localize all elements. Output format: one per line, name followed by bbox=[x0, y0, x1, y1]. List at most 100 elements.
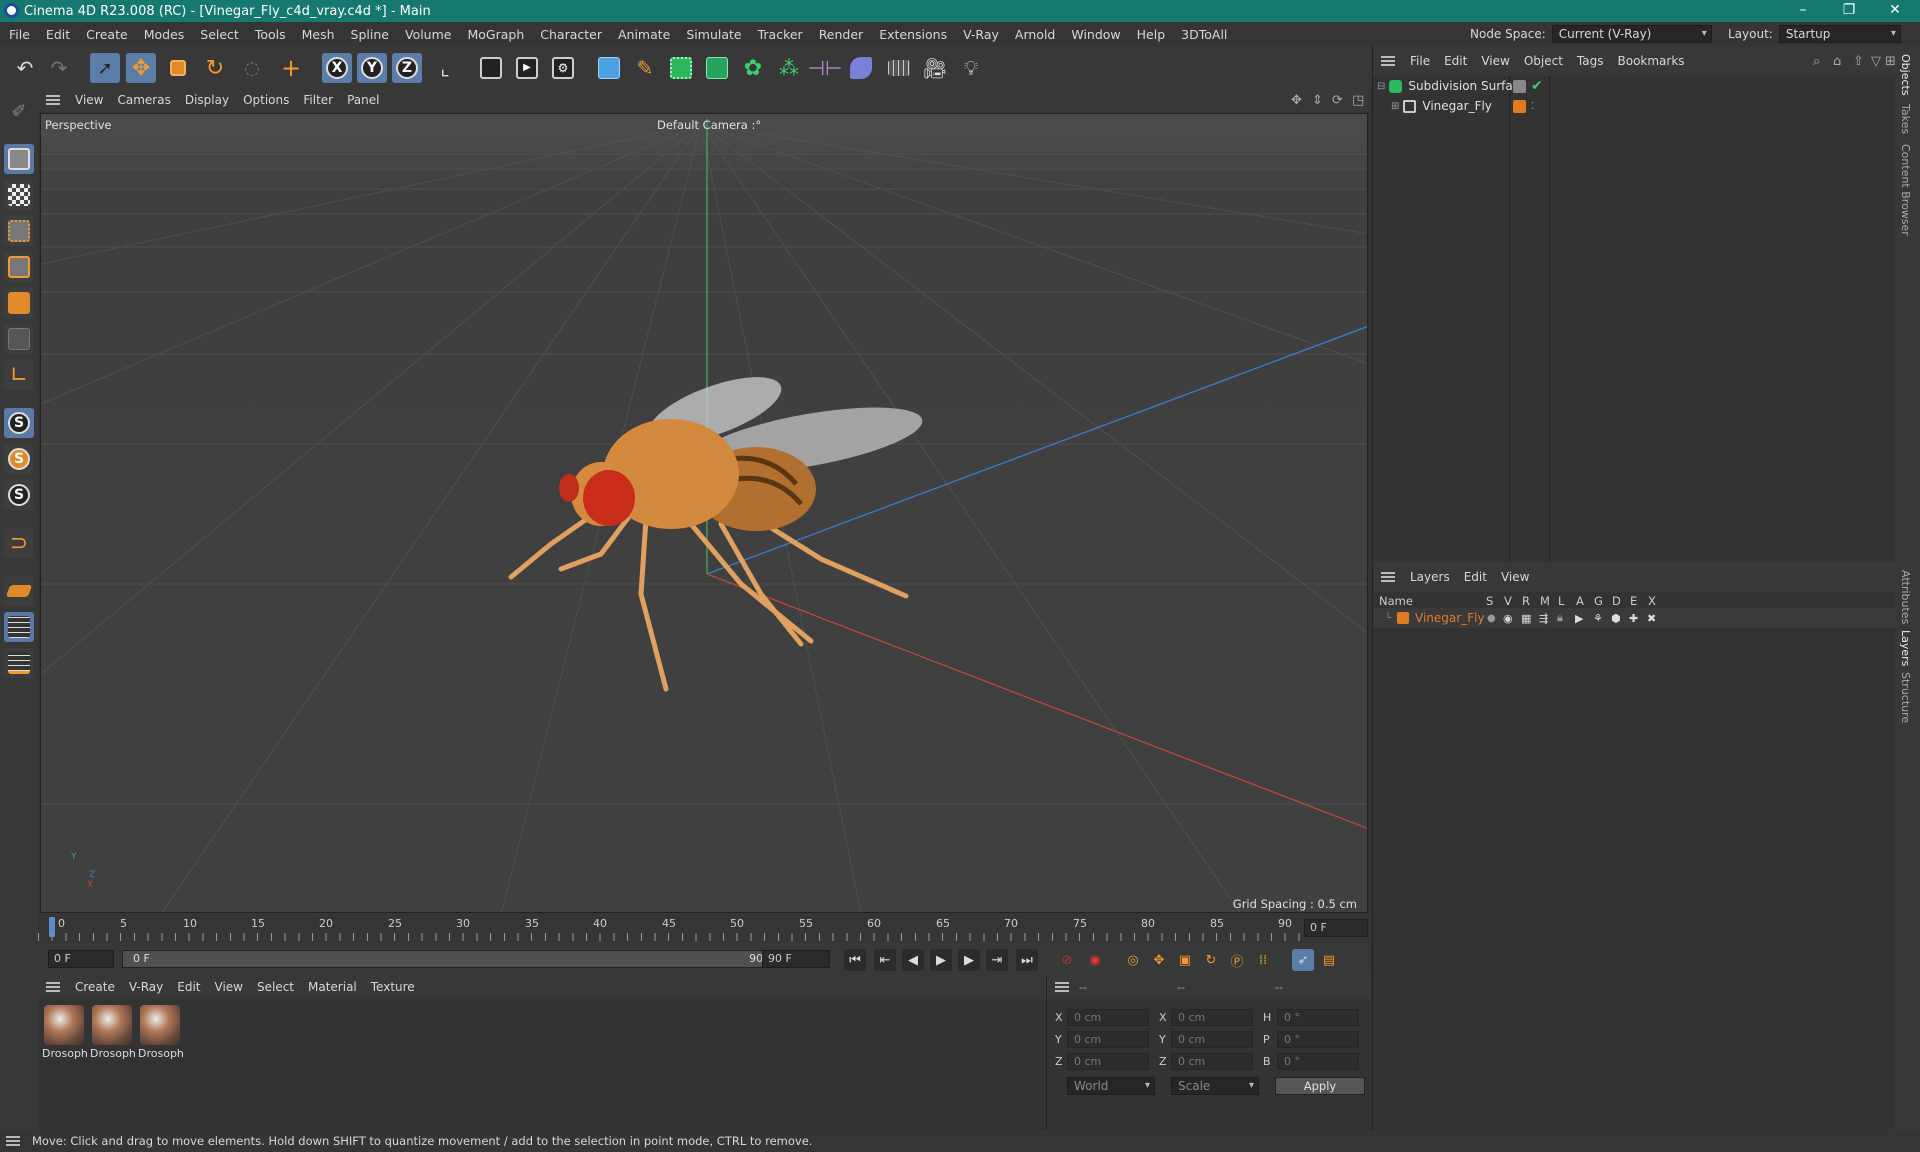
end-frame-field[interactable]: 90 F bbox=[762, 950, 830, 968]
up-icon[interactable]: ⇧ bbox=[1853, 54, 1864, 69]
coord-space-select[interactable]: World bbox=[1067, 1077, 1155, 1095]
cloner-icon[interactable]: ✿ bbox=[738, 53, 768, 83]
model-mode-icon[interactable] bbox=[4, 144, 34, 174]
prev-key-icon[interactable]: ⇤ bbox=[874, 949, 896, 971]
object-menu-object[interactable]: Object bbox=[1517, 54, 1570, 68]
pen-icon[interactable]: ✎ bbox=[630, 53, 660, 83]
z-axis-icon[interactable]: Z bbox=[392, 53, 422, 83]
viewport-menu-display[interactable]: Display bbox=[178, 93, 236, 107]
undo-icon[interactable]: ↶ bbox=[10, 53, 40, 83]
locked-workplane-icon[interactable] bbox=[4, 648, 34, 678]
object-menu-file[interactable]: File bbox=[1403, 54, 1437, 68]
menu-mesh[interactable]: Mesh bbox=[294, 27, 343, 42]
layer-name[interactable]: Vinegar_Fly bbox=[1415, 611, 1485, 625]
deformer-icon[interactable] bbox=[846, 53, 876, 83]
object-menu-tags[interactable]: Tags bbox=[1570, 54, 1611, 68]
layer-col-d[interactable]: D bbox=[1612, 594, 1621, 608]
animation-icon[interactable]: ▶ bbox=[1575, 612, 1583, 625]
keyframe-selection-icon[interactable]: ◎ bbox=[1122, 949, 1144, 971]
record-icon[interactable]: ⊘ bbox=[1056, 949, 1078, 971]
layer-col-m[interactable]: M bbox=[1540, 594, 1550, 608]
position-x-field[interactable]: 0 cm bbox=[1067, 1009, 1149, 1026]
status-menu-icon[interactable] bbox=[6, 1136, 20, 1146]
layer-tag-icon[interactable] bbox=[1513, 79, 1526, 93]
manager-icon[interactable]: ⇶ bbox=[1539, 612, 1548, 625]
current-frame-field[interactable]: 0 F bbox=[1304, 919, 1368, 937]
menu-edit[interactable]: Edit bbox=[38, 27, 78, 42]
coord-menu-icon[interactable] bbox=[1055, 982, 1069, 992]
material-menu-edit[interactable]: Edit bbox=[170, 980, 207, 994]
viewport-menu-options[interactable]: Options bbox=[236, 93, 296, 107]
material-menu-view[interactable]: View bbox=[208, 980, 250, 994]
menu-window[interactable]: Window bbox=[1063, 27, 1128, 42]
position-z-field[interactable]: 0 cm bbox=[1067, 1053, 1149, 1070]
material-swatch[interactable]: Drosoph bbox=[42, 1005, 88, 1060]
expand-icon[interactable]: ⊟ bbox=[1377, 81, 1385, 92]
tab-objects[interactable]: Objects bbox=[1899, 54, 1912, 96]
menu-volume[interactable]: Volume bbox=[397, 27, 460, 42]
viewport-dolly-icon[interactable]: ⇕ bbox=[1312, 93, 1323, 108]
subdivision-icon[interactable] bbox=[666, 53, 696, 83]
3d-viewport[interactable]: Perspective Default Camera :° Grid Spaci… bbox=[40, 113, 1368, 913]
auto-key-icon[interactable]: ◉ bbox=[1084, 949, 1106, 971]
key-position-icon[interactable]: ✥ bbox=[1148, 949, 1170, 971]
y-axis-icon[interactable]: Y bbox=[357, 53, 387, 83]
layer-row[interactable]: └ Vinegar_Fly ● ◉ ▦ ⇶ 🔒︎ ▶ ⚘ ⬢ ✚ ✖ bbox=[1373, 608, 1896, 628]
camera-icon[interactable]: 🎥︎ bbox=[920, 53, 950, 83]
material-swatch[interactable]: Drosoph bbox=[90, 1005, 136, 1060]
search-icon[interactable]: ⌕ bbox=[1813, 54, 1820, 69]
coord-mode-select[interactable]: Scale bbox=[1171, 1077, 1259, 1095]
prev-frame-icon[interactable]: ◀ bbox=[902, 949, 924, 971]
menu-simulate[interactable]: Simulate bbox=[678, 27, 749, 42]
material-menu-vray[interactable]: V-Ray bbox=[122, 980, 170, 994]
points-mode-icon[interactable] bbox=[4, 216, 34, 246]
layer-col-v[interactable]: V bbox=[1504, 594, 1512, 608]
view-eye-icon[interactable]: ◉ bbox=[1503, 612, 1513, 625]
cube-icon[interactable] bbox=[594, 53, 624, 83]
rotate-icon[interactable]: ↻ bbox=[200, 53, 230, 83]
layer-col-r[interactable]: R bbox=[1522, 594, 1530, 608]
layer-menu-edit[interactable]: Edit bbox=[1457, 570, 1494, 584]
menu-select[interactable]: Select bbox=[192, 27, 247, 42]
size-x-field[interactable]: 0 cm bbox=[1171, 1009, 1253, 1026]
viewport-menu-cameras[interactable]: Cameras bbox=[110, 93, 177, 107]
layer-col-g[interactable]: G bbox=[1594, 594, 1603, 608]
symmetry-icon[interactable]: ⊣⊢ bbox=[808, 53, 843, 83]
redo-icon[interactable]: ↷ bbox=[44, 53, 74, 83]
viewport-menu-view[interactable]: View bbox=[68, 93, 110, 107]
grid-icon[interactable] bbox=[4, 612, 34, 642]
layer-color-icon[interactable] bbox=[1513, 99, 1526, 113]
lock-icon[interactable]: 🔒︎ bbox=[1557, 611, 1563, 625]
menu-animate[interactable]: Animate bbox=[610, 27, 678, 42]
menu-mograph[interactable]: MoGraph bbox=[459, 27, 532, 42]
workplane-icon[interactable] bbox=[4, 576, 34, 606]
viewport-move-icon[interactable]: ✥ bbox=[1291, 93, 1302, 108]
timeline-window-icon[interactable]: ▤ bbox=[1318, 949, 1340, 971]
axis-mode-icon[interactable]: ∟ bbox=[4, 360, 34, 390]
mograph-icon[interactable]: ⁂ bbox=[774, 53, 804, 83]
menu-create[interactable]: Create bbox=[78, 27, 136, 42]
object-name[interactable]: Subdivision Surface bbox=[1408, 79, 1526, 93]
key-pla-icon[interactable]: ⁞⁞ bbox=[1252, 949, 1274, 971]
object-name[interactable]: Vinegar_Fly bbox=[1422, 99, 1492, 113]
add-icon[interactable]: + bbox=[276, 53, 306, 83]
tab-layers[interactable]: Layers bbox=[1899, 630, 1912, 666]
menu-tracker[interactable]: Tracker bbox=[750, 27, 811, 42]
menu-modes[interactable]: Modes bbox=[136, 27, 193, 42]
object-menu-bookmarks[interactable]: Bookmarks bbox=[1611, 54, 1692, 68]
minimize-button[interactable]: – bbox=[1780, 0, 1826, 22]
render-view-icon[interactable]: ▶ bbox=[512, 53, 542, 83]
filter-icon[interactable]: ▽ bbox=[1871, 54, 1881, 69]
object-menu-edit[interactable]: Edit bbox=[1437, 54, 1474, 68]
menu-file[interactable]: File bbox=[1, 27, 38, 42]
layer-col-a[interactable]: A bbox=[1576, 594, 1584, 608]
xref-icon[interactable]: ✖ bbox=[1647, 612, 1656, 625]
timeline-ruler[interactable]: 0 5 10 15 20 25 30 35 40 45 50 55 60 65 … bbox=[38, 913, 1370, 943]
restore-button[interactable]: ❐ bbox=[1826, 0, 1872, 22]
layer-menu-view[interactable]: View bbox=[1494, 570, 1536, 584]
next-key-icon[interactable]: ⇥ bbox=[986, 949, 1008, 971]
layer-color-swatch[interactable] bbox=[1397, 612, 1410, 624]
menu-tools[interactable]: Tools bbox=[247, 27, 294, 42]
layer-menu-layers[interactable]: Layers bbox=[1403, 570, 1457, 584]
camera-label[interactable]: Default Camera :° bbox=[657, 118, 761, 132]
